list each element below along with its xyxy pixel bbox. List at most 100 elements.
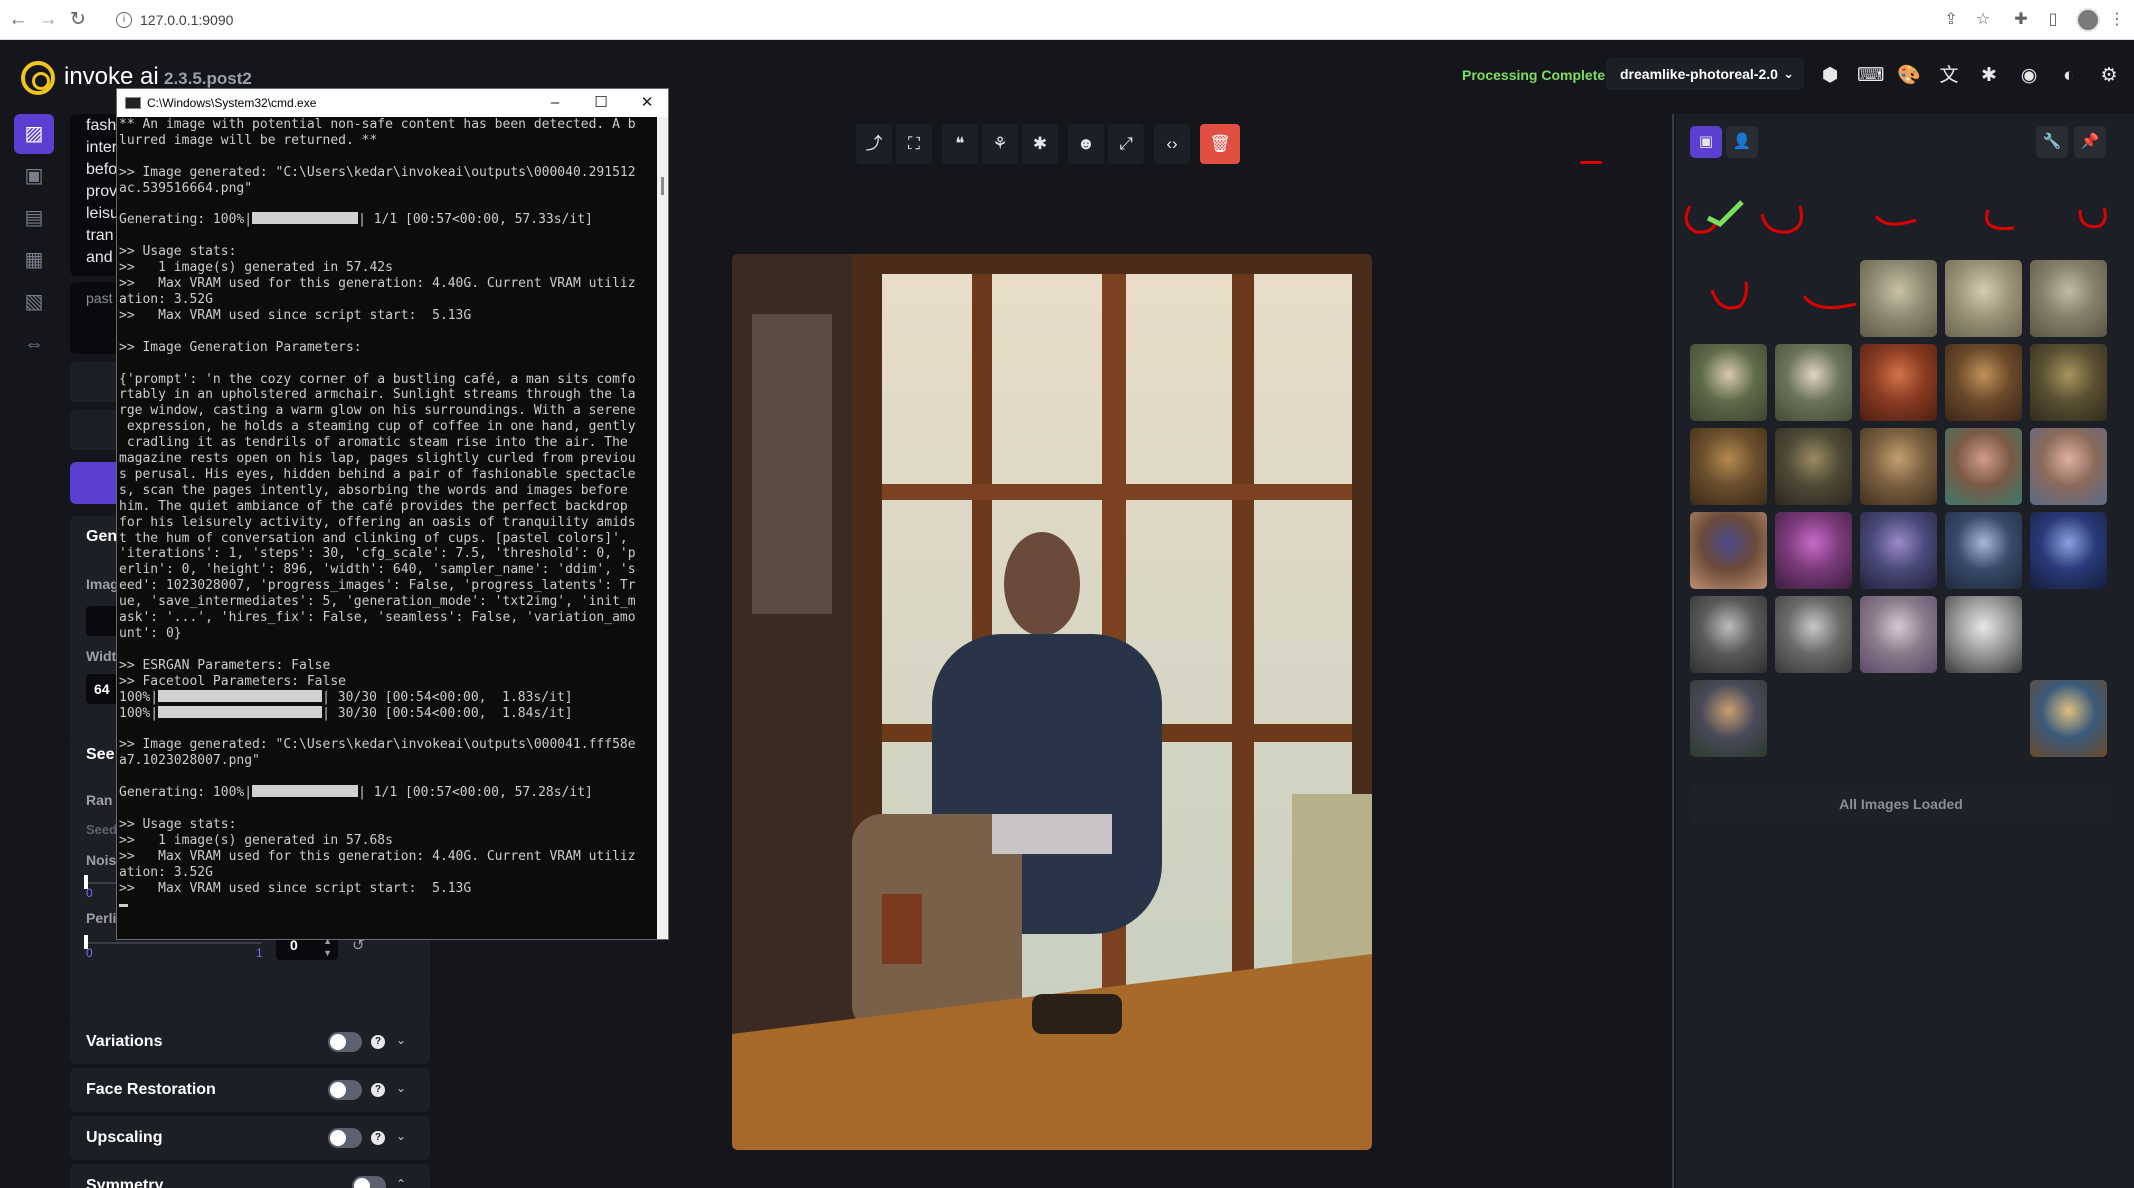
cmd-line	[119, 149, 655, 165]
use-prompt-quote-icon[interactable]: ❝	[942, 124, 978, 164]
github-icon[interactable]: ◉	[2017, 64, 2041, 88]
cmd-line	[119, 721, 655, 737]
gallery-thumbnail[interactable]	[1945, 596, 2022, 673]
gallery-thumbnail[interactable]	[1775, 344, 1852, 421]
gallery-thumbnail[interactable]	[1860, 596, 1937, 673]
gallery-thumbnail[interactable]	[1860, 260, 1937, 337]
cmd-window: C:\Windows\System32\cmd.exe – ☐ ✕ ** An …	[116, 88, 669, 940]
fullscreen-icon[interactable]: ⛶	[896, 124, 932, 164]
cmd-line: rtably in an upholstered armchair. Sunli…	[119, 387, 636, 403]
gallery-thumbnail[interactable]	[2030, 512, 2107, 589]
nodes-tab-icon[interactable]: ▦	[14, 240, 54, 280]
training-tab-icon[interactable]: ⇔	[14, 324, 54, 364]
gallery-thumbnail[interactable]	[1860, 428, 1937, 505]
postprocess-tab-icon[interactable]: ▧	[14, 282, 54, 322]
decrement-icon[interactable]: ▼	[323, 938, 332, 968]
face-restoration-section[interactable]: Face Restoration ? ⌄	[70, 1068, 430, 1112]
model-select[interactable]: dreamlike-photoreal-2.0 ⌄	[1606, 58, 1804, 90]
browser-menu-icon[interactable]: ⋮	[2106, 9, 2128, 31]
upscaling-toggle[interactable]	[328, 1128, 362, 1148]
theme-palette-icon[interactable]: 🎨	[1897, 64, 1921, 88]
use-seed-icon[interactable]: ⚘	[982, 124, 1018, 164]
upscale-icon[interactable]: ⤢	[1108, 124, 1144, 164]
gallery-thumbnail[interactable]	[1690, 512, 1767, 589]
gallery-thumbnail[interactable]	[1775, 428, 1852, 505]
bookmark-star-icon[interactable]: ☆	[1972, 9, 1994, 31]
gallery-thumbnail[interactable]	[2030, 344, 2107, 421]
gallery-thumbnail[interactable]	[1945, 512, 2022, 589]
site-info-icon[interactable]: i	[116, 12, 132, 28]
profile-avatar[interactable]	[2076, 8, 2100, 32]
gallery-thumbnail[interactable]	[1945, 260, 2022, 337]
maximize-icon[interactable]: ☐	[589, 92, 613, 114]
hotkeys-keyboard-icon[interactable]: ⌨	[1857, 64, 1884, 88]
cmd-titlebar[interactable]: C:\Windows\System32\cmd.exe – ☐ ✕	[117, 89, 668, 117]
gallery-resize-handle[interactable]	[1672, 114, 1674, 1188]
face-restoration-toggle[interactable]	[328, 1080, 362, 1100]
image-toolbar: ⤴ ⛶ ❝ ⚘ ✱ ☻ ⤢ ‹› 🗑	[856, 124, 1240, 164]
symmetry-toggle[interactable]	[352, 1176, 386, 1188]
gallery-thumbnail[interactable]	[1690, 596, 1767, 673]
gallery-pin-icon[interactable]: 📌	[2074, 126, 2106, 158]
symmetry-section[interactable]: Symmetry ⌃	[70, 1164, 430, 1188]
gallery-thumbnail[interactable]	[1860, 512, 1937, 589]
show-metadata-code-icon[interactable]: ‹›	[1154, 124, 1190, 164]
gallery-settings-wrench-icon[interactable]: 🔧	[2036, 126, 2068, 158]
discord-icon[interactable]: ◐	[2057, 64, 2081, 88]
chevron-up-icon[interactable]: ⌃	[396, 1177, 406, 1188]
help-icon[interactable]: ?	[371, 1035, 385, 1049]
share-icon[interactable]: ⤴	[856, 124, 892, 164]
variations-toggle[interactable]	[328, 1032, 362, 1052]
current-image[interactable]	[732, 254, 1372, 1150]
share-icon[interactable]: ⇪	[1940, 9, 1962, 31]
address-bar[interactable]: i 127.0.0.1:9090	[108, 6, 1938, 34]
side-panel-icon[interactable]: ▯	[2042, 9, 2064, 31]
image-to-image-tab-icon[interactable]: ▣	[14, 156, 54, 196]
cmd-line: ask': '...', 'hires_fix': False, 'seamle…	[119, 610, 636, 626]
close-icon[interactable]: ✕	[635, 92, 659, 114]
gallery-thumbnail[interactable]	[1775, 512, 1852, 589]
gallery-thumbnail[interactable]	[1945, 428, 2022, 505]
help-icon[interactable]: ?	[371, 1083, 385, 1097]
gallery-thumbnail[interactable]	[1690, 344, 1767, 421]
back-icon[interactable]: ←	[6, 8, 30, 32]
gallery-results-icon[interactable]: ▣	[1690, 126, 1722, 158]
gallery-user-icon[interactable]: 👤	[1726, 126, 1758, 158]
perlin-slider-track[interactable]	[86, 942, 262, 944]
general-section-title[interactable]: Gen	[86, 528, 117, 546]
delete-trash-icon[interactable]: 🗑	[1200, 124, 1240, 164]
cmd-scrollbar-thumb[interactable]	[661, 177, 664, 195]
bug-report-icon[interactable]: ✱	[1977, 64, 2001, 88]
gallery-thumbnail[interactable]	[2030, 680, 2107, 757]
chevron-down-icon[interactable]: ⌄	[396, 1081, 406, 1095]
chevron-down-icon[interactable]: ⌄	[396, 1033, 406, 1047]
forward-icon[interactable]: →	[36, 8, 60, 32]
cmd-output[interactable]: ** An image with potential non-safe cont…	[119, 117, 655, 939]
reload-icon[interactable]: ↻	[66, 8, 90, 32]
gallery-thumbnail[interactable]	[2030, 428, 2107, 505]
gallery-thumbnail[interactable]	[1690, 680, 1767, 757]
settings-gear-icon[interactable]: ⚙	[2097, 64, 2121, 88]
extensions-icon[interactable]: ✚	[2010, 9, 2032, 31]
variations-section[interactable]: Variations ? ⌄	[70, 1020, 430, 1064]
gallery-thumbnail[interactable]	[1860, 344, 1937, 421]
unified-canvas-tab-icon[interactable]: ▤	[14, 198, 54, 238]
text-to-image-tab-icon[interactable]: ▨	[14, 114, 54, 154]
all-images-loaded-button[interactable]: All Images Loaded	[1690, 784, 2112, 824]
upscaling-section[interactable]: Upscaling ? ⌄	[70, 1116, 430, 1160]
gallery-thumbnail[interactable]	[1775, 596, 1852, 673]
negative-prompt-placeholder: past	[86, 290, 113, 306]
use-all-asterisk-icon[interactable]: ✱	[1022, 124, 1058, 164]
upscaling-title: Upscaling	[86, 1129, 163, 1146]
minimize-icon[interactable]: –	[543, 92, 567, 114]
gallery-thumbnail[interactable]	[1690, 428, 1767, 505]
chevron-down-icon[interactable]: ⌄	[396, 1129, 406, 1143]
language-icon[interactable]: 文	[1937, 64, 1961, 88]
model-manager-icon[interactable]: ⬢	[1818, 64, 1842, 88]
face-restore-icon[interactable]: ☻	[1068, 124, 1104, 164]
gallery-thumbnail[interactable]	[1945, 344, 2022, 421]
cmd-scrollbar[interactable]	[657, 117, 668, 939]
seed-section-title[interactable]: See	[86, 746, 114, 764]
gallery-thumbnail[interactable]	[2030, 260, 2107, 337]
help-icon[interactable]: ?	[371, 1131, 385, 1145]
